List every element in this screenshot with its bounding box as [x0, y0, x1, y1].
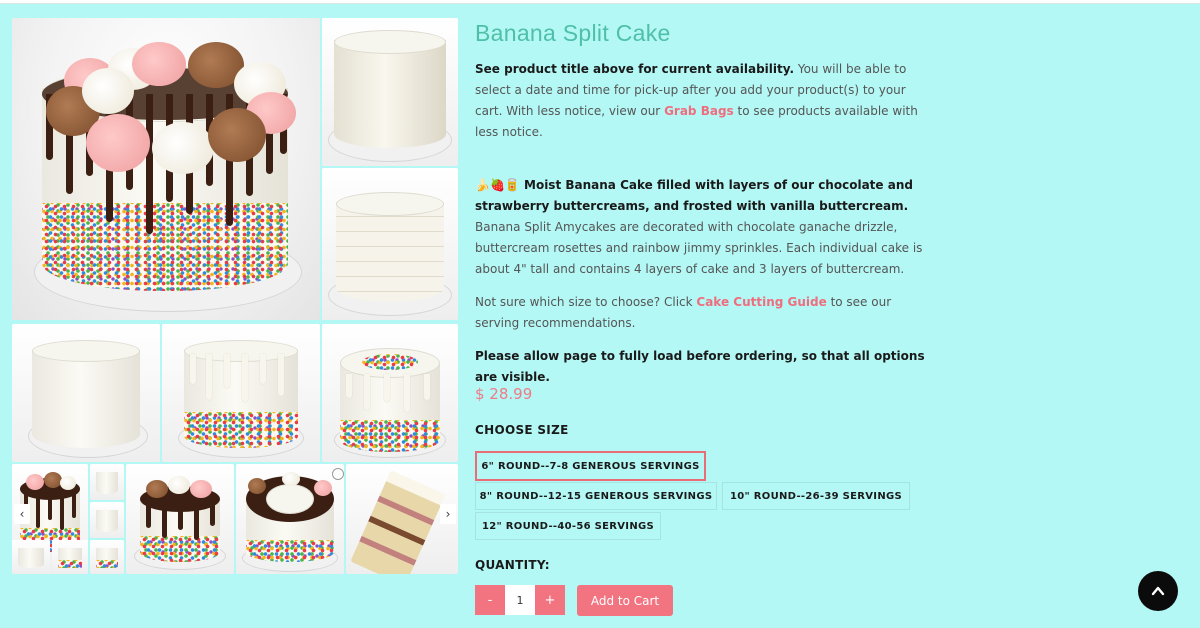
quantity-label: QUANTITY: [475, 558, 550, 572]
thumbnail-overhead-cake[interactable] [236, 464, 344, 574]
white-drip-cake-image[interactable] [162, 324, 320, 462]
carousel-prev-button[interactable]: ‹ [14, 504, 30, 524]
thumbnail-top-view-cake[interactable] [126, 464, 234, 574]
description-text: Banana Split Amycakes are decorated with… [475, 220, 923, 276]
size-help-text: Not sure which size to choose? Click [475, 295, 697, 309]
load-notice: Please allow page to fully load before o… [475, 346, 925, 388]
size-option-10-inch[interactable]: 10" ROUND--26-39 SERVINGS [722, 482, 910, 510]
availability-bold: See product title above for current avai… [475, 62, 795, 76]
grab-bags-link[interactable]: Grab Bags [664, 104, 734, 118]
product-title: Banana Split Cake [475, 20, 671, 46]
load-notice-text: Please allow page to fully load before o… [475, 349, 925, 384]
product-image-gallery: ‹ › [12, 18, 458, 574]
back-to-top-button[interactable] [1138, 571, 1178, 611]
thumbnail-crumb-cake[interactable] [12, 540, 50, 574]
quantity-input[interactable] [505, 585, 535, 615]
cake-cutting-guide-link[interactable]: Cake Cutting Guide [696, 295, 826, 309]
header-divider [0, 0, 1200, 4]
quantity-decrease-button[interactable]: - [475, 585, 505, 615]
product-price: $ 28.99 [475, 385, 533, 403]
thumbnail-plain-cake-1[interactable] [90, 464, 124, 500]
smooth-frosted-cake-image[interactable] [322, 168, 458, 320]
size-option-12-inch[interactable]: 12" ROUND--40-56 SERVINGS [475, 512, 661, 540]
carousel-next-button[interactable]: › [440, 504, 456, 524]
thumbnail-rosette-cake[interactable] [90, 540, 124, 574]
thumbnail-plain-cake-2[interactable] [90, 502, 124, 538]
main-product-image[interactable] [12, 18, 320, 320]
thumbnail-white-drip-cake[interactable] [52, 540, 88, 574]
quantity-increase-button[interactable]: + [535, 585, 565, 615]
plain-frosted-cake-image[interactable] [322, 18, 458, 166]
crumb-coat-cake-image[interactable] [12, 324, 160, 462]
size-option-8-inch[interactable]: 8" ROUND--12-15 GENEROUS SERVINGS [475, 482, 717, 510]
add-to-cart-button[interactable]: Add to Cart [577, 585, 673, 616]
size-help: Not sure which size to choose? Click Cak… [475, 292, 925, 334]
chevron-up-icon [1149, 582, 1167, 600]
product-details: Banana Split Cake See product title abov… [475, 20, 925, 388]
availability-note: See product title above for current avai… [475, 59, 925, 143]
fruit-emoji-icons: 🍌🍓🥫 [475, 178, 520, 192]
product-description: 🍌🍓🥫 Moist Banana Cake filled with layers… [475, 175, 925, 280]
choose-size-label: CHOOSE SIZE [475, 423, 569, 437]
description-bold: Moist Banana Cake filled with layers of … [475, 178, 913, 213]
rosette-sprinkle-cake-image[interactable] [322, 324, 458, 462]
size-option-6-inch[interactable]: 6" ROUND--7-8 GENEROUS SERVINGS [475, 451, 706, 481]
